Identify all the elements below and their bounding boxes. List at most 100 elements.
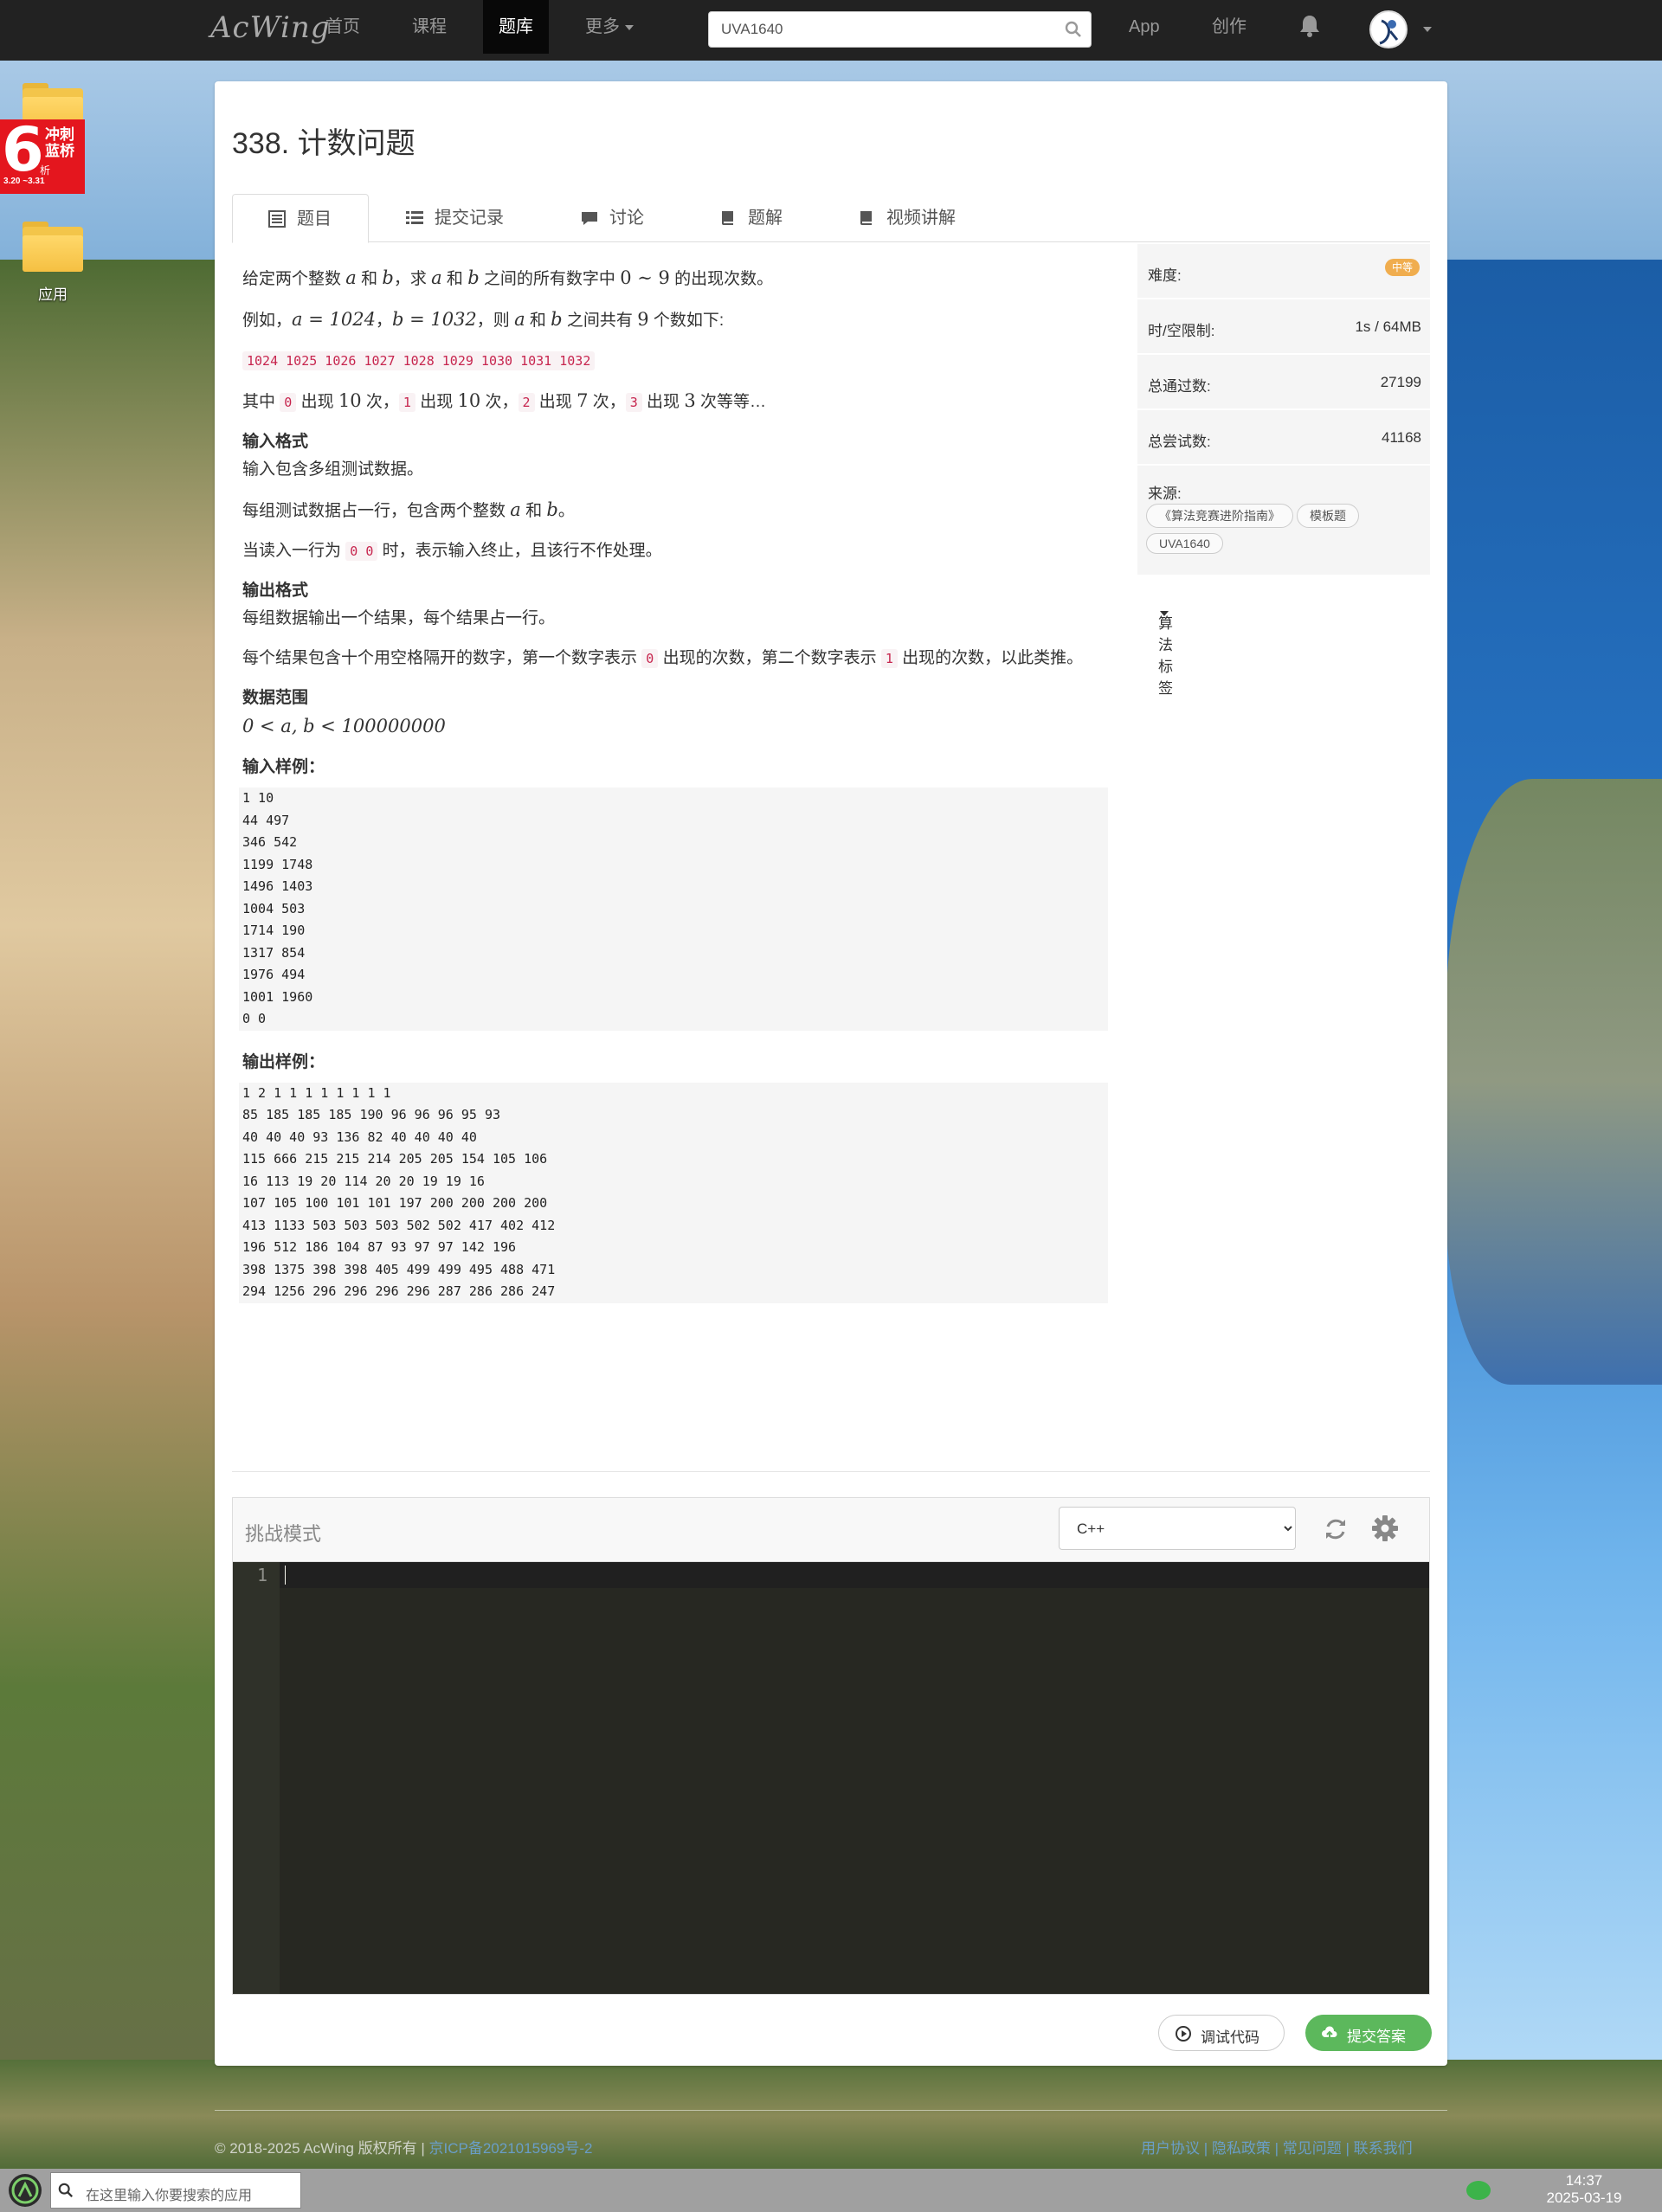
footer-links[interactable]: 用户协议 | 隐私政策 | 常见问题 | 联系我们	[1141, 2136, 1413, 2157]
top-navbar: AcWing 首页 课程 题库 更多 App 创作	[0, 0, 1662, 61]
system-clock[interactable]: 14:37 2025-03-19	[1532, 2172, 1636, 2207]
search-icon[interactable]	[1065, 21, 1082, 38]
search-input[interactable]	[709, 12, 1038, 47]
promo-widget[interactable]: 6 冲刺 蓝桥 析 3.20 ~3.31	[0, 119, 85, 194]
sample-input-heading: 输入样例：	[242, 758, 325, 776]
tab-solutions[interactable]: 题解	[684, 194, 805, 243]
clock-time: 14:37	[1565, 2172, 1603, 2189]
problem-tabs: 题目 提交记录 讨论 题解 视频讲解	[232, 194, 1430, 243]
data-range: 0 < a, b < 100000000	[242, 716, 446, 736]
divider	[232, 1471, 1430, 1472]
refresh-icon[interactable]	[1322, 1515, 1350, 1543]
tried-row: 总尝试数: 41168	[1137, 410, 1430, 466]
nav-app[interactable]: App	[1113, 0, 1176, 54]
source-tags: 《算法竞赛进阶指南》 模板题 UVA1640	[1146, 504, 1423, 559]
sample-output-heading: 输出样例：	[242, 1052, 325, 1071]
problem-info-sidebar: 难度: 中等 时/空限制: 1s / 64MB 总通过数: 27199 总尝试数…	[1137, 244, 1430, 697]
nav-problems[interactable]: 题库	[483, 0, 549, 54]
output-format-2: 每个结果包含十个用空格隔开的数字，第一个数字表示 0 出现的次数，第二个数字表示…	[242, 649, 1084, 668]
output-format-heading: 输出格式	[242, 582, 309, 600]
problem-title: 338. 计数问题	[232, 127, 416, 160]
play-circle-icon	[1176, 2026, 1191, 2042]
tried-count: 41168	[1381, 429, 1421, 446]
cloud-upload-icon	[1322, 2026, 1337, 2038]
icp-link[interactable]: 京ICP备2021015969号-2	[429, 2140, 593, 2157]
start-button[interactable]	[9, 2174, 42, 2207]
promo-dates: 3.20 ~3.31	[3, 177, 45, 186]
line-number: 1	[256, 1565, 267, 1585]
statement-paragraph-3: 其中 0 出现 10 次， 1 出现 10 次， 2 出现 7 次， 3 出现 3 次…	[242, 390, 766, 412]
chevron-down-icon	[625, 24, 634, 30]
search-box[interactable]	[708, 11, 1092, 48]
debug-code-button[interactable]: 调试代码	[1158, 2015, 1285, 2051]
source-tag[interactable]: 《算法竞赛进阶指南》	[1146, 504, 1293, 528]
tried-label: 总尝试数:	[1148, 434, 1211, 450]
chat-tray-icon[interactable]	[1466, 2181, 1491, 2200]
output-format-1: 每组数据输出一个结果，每个结果占一行。	[242, 609, 556, 627]
problem-statement: 给定两个整数 a 和 b，求 a 和 b 之间的所有数字中 0 ∼ 9 的出现次…	[239, 254, 1118, 1322]
nav-courses[interactable]: 课程	[396, 0, 462, 54]
avatar-image-icon	[1379, 19, 1399, 45]
nav-create[interactable]: 创作	[1196, 0, 1262, 54]
difficulty-badge: 中等	[1384, 259, 1420, 276]
tab-description[interactable]: 题目	[232, 194, 369, 243]
active-line-highlight	[280, 1562, 1429, 1588]
desktop-apps-label[interactable]: 应用	[10, 282, 96, 304]
tab-description-label: 题目	[297, 209, 332, 228]
list-icon	[406, 211, 423, 224]
taskbar-search-placeholder: 在这里输入你要搜索的应用	[86, 2189, 253, 2203]
promo-title: 冲刺 蓝桥	[45, 126, 74, 159]
tab-video[interactable]: 视频讲解	[822, 194, 987, 243]
line-number-gutter: 1	[233, 1562, 280, 1994]
algorithm-tags-toggle[interactable]: 算法标签	[1137, 576, 1430, 697]
desktop-apps-folder-icon[interactable]	[23, 222, 83, 272]
input-format-2: 每组测试数据占一行，包含两个整数 a 和 b。	[242, 499, 575, 520]
tab-submissions-label: 提交记录	[435, 209, 504, 228]
gear-icon[interactable]	[1370, 1514, 1400, 1543]
language-select[interactable]: C++	[1059, 1507, 1296, 1550]
nav-more[interactable]: 更多	[570, 0, 649, 54]
challenge-mode-label[interactable]: 挑战模式	[245, 1519, 321, 1546]
bell-icon[interactable]	[1298, 14, 1321, 38]
passed-count: 27199	[1380, 374, 1421, 390]
code-editor-panel: 挑战模式 C++ 1	[232, 1497, 1430, 1995]
tab-discussion[interactable]: 讨论	[545, 194, 667, 243]
tab-submissions[interactable]: 提交记录	[370, 194, 509, 243]
sample-input: 1 10 44 497 346 542 1199 1748 1496 1403 …	[239, 788, 1108, 1031]
footer-copyright: © 2018-2025 AcWing 版权所有 | 京ICP备202101596…	[215, 2140, 593, 2157]
taskbar-search[interactable]: 在这里输入你要搜索的应用	[50, 2172, 301, 2209]
data-range-heading: 数据范围	[242, 689, 309, 707]
statement-paragraph-2: 例如，a = 1024，b = 1032，则 a 和 b 之间共有 9 个数如下…	[242, 309, 725, 330]
code-input-area[interactable]: 1	[233, 1562, 1429, 1994]
list-alt-icon	[268, 210, 286, 228]
os-taskbar: 在这里输入你要搜索的应用 14:37 2025-03-19	[0, 2169, 1662, 2212]
tab-solutions-label: 题解	[748, 209, 783, 228]
chevron-down-icon	[1160, 611, 1169, 616]
nav-more-label: 更多	[585, 17, 620, 36]
example-numbers: 1024 1025 1026 1027 1028 1029 1030 1031 …	[242, 348, 1118, 374]
difficulty-label: 难度:	[1148, 267, 1182, 284]
source-tag[interactable]: UVA1640	[1146, 533, 1223, 554]
input-format-3: 当读入一行为 0 0 时，表示输入终止，且该行不作处理。	[242, 542, 662, 561]
comment-icon	[582, 212, 597, 225]
sample-output: 1 2 1 1 1 1 1 1 1 1 85 185 185 185 190 9…	[239, 1082, 1108, 1303]
search-icon	[58, 2183, 74, 2198]
tab-discussion-label: 讨论	[609, 209, 644, 228]
passed-row: 总通过数: 27199	[1137, 355, 1430, 410]
problem-card: 338. 计数问题 题目 提交记录 讨论 题解 视频讲解 给定两个整数 a 和 …	[215, 81, 1447, 2066]
submit-answer-button[interactable]: 提交答案	[1305, 2015, 1432, 2051]
nav-home[interactable]: 首页	[310, 0, 376, 54]
promo-subtitle: 析	[40, 164, 51, 177]
avatar-chevron-icon[interactable]	[1423, 27, 1432, 32]
statement-paragraph-1: 给定两个整数 a 和 b，求 a 和 b 之间的所有数字中 0 ∼ 9 的出现次…	[242, 267, 774, 288]
wallpaper-cliff	[0, 260, 216, 2164]
user-avatar[interactable]	[1369, 10, 1408, 48]
submit-answer-label: 提交答案	[1347, 2029, 1406, 2045]
promo-number: 6	[2, 119, 44, 185]
input-format-1: 输入包含多组测试数据。	[242, 460, 424, 479]
debug-code-label: 调试代码	[1201, 2029, 1259, 2046]
book-icon	[722, 211, 733, 225]
source-tag[interactable]: 模板题	[1297, 504, 1359, 528]
difficulty-row: 难度: 中等	[1137, 244, 1430, 299]
input-format-heading: 输入格式	[242, 433, 309, 451]
